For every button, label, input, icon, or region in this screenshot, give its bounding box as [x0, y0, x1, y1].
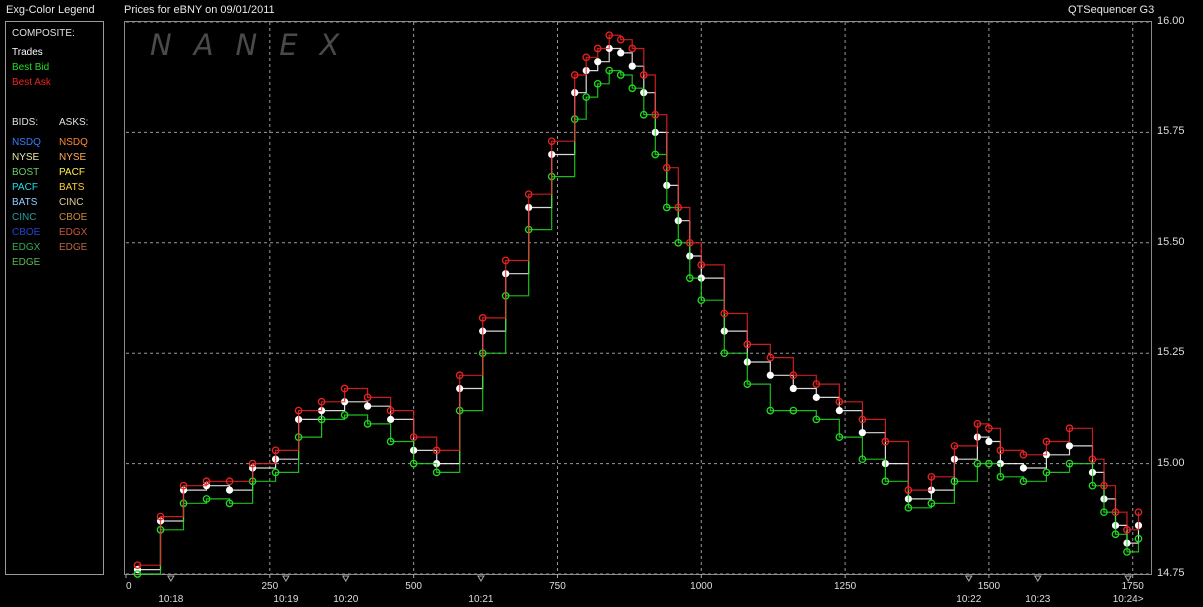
trade-point — [1019, 464, 1028, 472]
trade-point — [858, 429, 866, 437]
x-tick-label: 750 — [549, 581, 566, 592]
trade-point — [789, 384, 797, 393]
x-tick-label: 250 — [261, 581, 279, 592]
best-ask-line — [137, 34, 1140, 566]
trade-point — [617, 49, 625, 57]
trade-point — [1065, 442, 1074, 450]
time-marker — [282, 575, 290, 582]
time-label: 10:24> — [1112, 594, 1144, 605]
time-label: 10:23 — [1025, 594, 1051, 605]
trade-point — [387, 415, 395, 424]
trade-point — [225, 486, 234, 494]
trade-point — [628, 62, 636, 70]
trade-point — [364, 402, 372, 410]
x-tick-label: 1750 — [1121, 581, 1144, 592]
x-tick-label: 1250 — [833, 581, 857, 592]
price-chart — [125, 21, 1150, 582]
trades-line — [137, 47, 1140, 571]
time-label: 10:22 — [956, 594, 982, 605]
trade-point — [594, 58, 602, 66]
time-label: 10:19 — [273, 594, 299, 605]
x-tick-label: 1000 — [690, 581, 713, 592]
time-label: 10:20 — [333, 594, 359, 605]
time-marker — [477, 575, 485, 582]
time-label: 10:18 — [158, 594, 184, 605]
time-marker — [341, 575, 350, 582]
y-tick-label: 14.75 — [1157, 567, 1185, 579]
time-marker — [964, 575, 973, 582]
time-label: 10:21 — [468, 594, 494, 605]
x-tick-label: 1500 — [977, 581, 1001, 592]
y-tick-label: 15.00 — [1157, 456, 1185, 469]
trade-point — [812, 393, 820, 401]
x-tick-label: 0 — [126, 581, 132, 592]
time-marker — [1033, 575, 1042, 582]
trade-point — [835, 407, 843, 415]
x-tick-label: 500 — [405, 581, 422, 592]
y-tick-label: 15.50 — [1157, 235, 1185, 248]
y-tick-label: 16.00 — [1157, 15, 1185, 27]
best-bid-line — [137, 70, 1140, 575]
y-tick-label: 15.25 — [1157, 346, 1185, 359]
time-marker — [166, 575, 175, 582]
y-tick-label: 15.75 — [1157, 125, 1185, 138]
trade-point — [766, 371, 774, 379]
trade-point — [985, 437, 993, 446]
